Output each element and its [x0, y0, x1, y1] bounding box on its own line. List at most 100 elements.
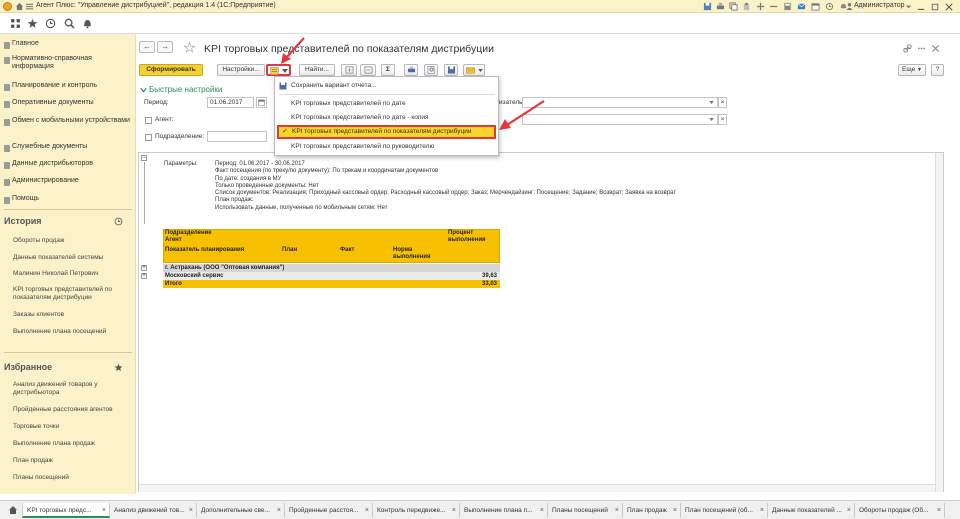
tab-visit-plan-turnover[interactable]: План посещений (об... × [681, 503, 768, 518]
copy-icon[interactable] [729, 2, 738, 11]
back-button[interactable]: ← [139, 41, 155, 53]
sidebar-item-main[interactable]: Главное [0, 39, 136, 53]
menu-item-variant-by-manager[interactable]: KPI торговых представителей по руководит… [275, 141, 498, 153]
favorite-item[interactable]: План продаж [13, 457, 128, 465]
help-button[interactable]: ? [931, 64, 944, 76]
preview-button[interactable] [424, 64, 438, 76]
close-window-icon[interactable] [945, 3, 953, 11]
tab-plan-execution[interactable]: Выполнение плана п... × [460, 503, 548, 518]
close-icon[interactable]: × [540, 503, 544, 518]
sidebar-item-planning[interactable]: Планирование и контроль [0, 81, 136, 95]
tab-sales-plan[interactable]: План продаж × [623, 503, 681, 518]
expand-groups-button[interactable] [341, 64, 357, 76]
favorite-item[interactable]: Планы посещений [13, 474, 128, 482]
chevron-down-icon[interactable] [709, 101, 714, 104]
forward-button[interactable]: → [157, 41, 173, 53]
maximize-icon[interactable] [931, 3, 939, 11]
subdivision-input[interactable] [207, 131, 267, 142]
save-icon[interactable] [703, 2, 712, 11]
history-item[interactable]: Обороты продаж [13, 237, 128, 245]
menu-item-variant-by-date[interactable]: KPI торговых представителей по дате [275, 98, 498, 110]
link-icon[interactable] [903, 44, 912, 53]
minus-icon[interactable] [769, 2, 778, 11]
sidebar-item-administration[interactable]: Администрирование [0, 176, 136, 190]
close-icon[interactable]: × [102, 503, 106, 516]
expand-toggle[interactable]: + [141, 265, 147, 271]
quick-settings-title[interactable]: Быстрые настройки [149, 85, 222, 94]
close-icon[interactable]: × [189, 503, 193, 518]
menu-item-variant-by-date-copy[interactable]: KPI торговых представителей по дате - ко… [275, 112, 498, 124]
close-icon[interactable]: × [847, 503, 851, 518]
sidebar-item-help[interactable]: Помощь [0, 194, 136, 208]
menu-item-variant-distribution[interactable]: ✓ KPI торговых представителей по показате… [277, 125, 496, 139]
agent-checkbox[interactable] [145, 117, 152, 124]
favorite-item[interactable]: Пройденные расстояния агентов [13, 406, 128, 414]
history-item[interactable]: Данные показателей системы [13, 254, 128, 262]
clear-button[interactable]: × [718, 97, 727, 108]
clear-button[interactable]: × [718, 114, 727, 125]
settings-button[interactable]: Настройки... [217, 64, 265, 76]
tab-visit-plans[interactable]: Планы посещений × [548, 503, 623, 518]
subdivision-checkbox[interactable] [145, 134, 152, 141]
vertical-scrollbar[interactable] [935, 153, 943, 492]
history-item[interactable]: Малинин Николай Петрович [13, 270, 128, 278]
sidebar-item-operative-docs[interactable]: Оперативные документы [0, 98, 136, 112]
user-name[interactable]: Администратор [854, 2, 905, 9]
tab-distances[interactable]: Пройденные расстоя... × [285, 503, 373, 518]
chevron-down-icon[interactable] [140, 87, 147, 93]
print-icon[interactable] [716, 2, 725, 11]
calendar-button[interactable] [256, 97, 267, 108]
grid-menu-icon[interactable] [10, 18, 21, 29]
history-icon[interactable] [114, 217, 123, 226]
more-actions-icon[interactable] [917, 44, 926, 53]
right-filter-input[interactable] [522, 97, 718, 108]
close-icon[interactable] [931, 44, 940, 53]
star-icon[interactable] [114, 363, 123, 372]
agent-filter-input[interactable] [522, 114, 718, 125]
horizontal-scrollbar[interactable] [139, 484, 935, 492]
paste-icon[interactable] [742, 2, 751, 11]
history-item[interactable]: Выполнение плана посещений [13, 328, 128, 336]
close-icon[interactable]: × [615, 503, 619, 518]
close-icon[interactable]: × [673, 503, 677, 518]
history-icon[interactable] [825, 2, 834, 11]
home-icon[interactable] [15, 2, 24, 11]
sidebar-item-mobile-exchange[interactable]: Обмен с мобильными устройствами [0, 116, 136, 136]
favorite-item[interactable]: Анализ движений товаров у дистрибьютора [13, 381, 128, 397]
favorite-item[interactable]: Торговые точки [13, 423, 128, 431]
search-icon[interactable] [64, 18, 75, 29]
close-icon[interactable]: × [937, 503, 941, 518]
menu-item-save-variant[interactable]: Сохранить вариант отчета... [275, 80, 498, 92]
sidebar-item-reference[interactable]: Нормативно-справочная информация [0, 54, 136, 74]
tab-sales-turnover[interactable]: Обороты продаж (Об... × [855, 503, 945, 518]
tab-goods-movement[interactable]: Анализ движений тов... × [110, 503, 197, 518]
tab-additional-info[interactable]: Дополнительные све... × [197, 503, 285, 518]
history-icon[interactable] [45, 18, 56, 29]
favorite-star-icon[interactable] [184, 42, 195, 53]
minimize-icon[interactable] [917, 3, 925, 11]
sidebar-item-distributor-data[interactable]: Данные дистрибьюторов [0, 159, 136, 173]
close-icon[interactable]: × [277, 503, 281, 518]
star-icon[interactable] [27, 18, 38, 29]
menu-icon[interactable] [25, 2, 34, 11]
collapse-toggle[interactable]: − [141, 155, 147, 161]
home-icon[interactable] [8, 505, 18, 515]
close-icon[interactable]: × [452, 503, 456, 518]
period-input[interactable]: 01.06.2017 [207, 97, 254, 108]
generate-button[interactable]: Сформировать [139, 64, 203, 76]
settings-menu-icon[interactable] [904, 2, 913, 11]
sidebar-item-service-docs[interactable]: Служебные документы [0, 142, 136, 156]
tab-indicator-data[interactable]: Данные показателей ... × [768, 503, 855, 518]
calendar-icon[interactable] [811, 2, 820, 11]
close-icon[interactable]: × [365, 503, 369, 518]
print-button[interactable] [404, 64, 418, 76]
mail-icon[interactable] [797, 2, 806, 11]
tab-movement-control[interactable]: Контроль передвиже... × [373, 503, 460, 518]
save-report-button[interactable] [444, 64, 458, 76]
close-icon[interactable]: × [760, 503, 764, 518]
bell-icon[interactable] [82, 18, 93, 29]
favorite-item[interactable]: Выполнение плана продаж [13, 440, 128, 448]
send-email-button[interactable] [463, 64, 485, 76]
sum-button[interactable]: Σ [381, 64, 395, 76]
collapse-groups-button[interactable] [360, 64, 376, 76]
